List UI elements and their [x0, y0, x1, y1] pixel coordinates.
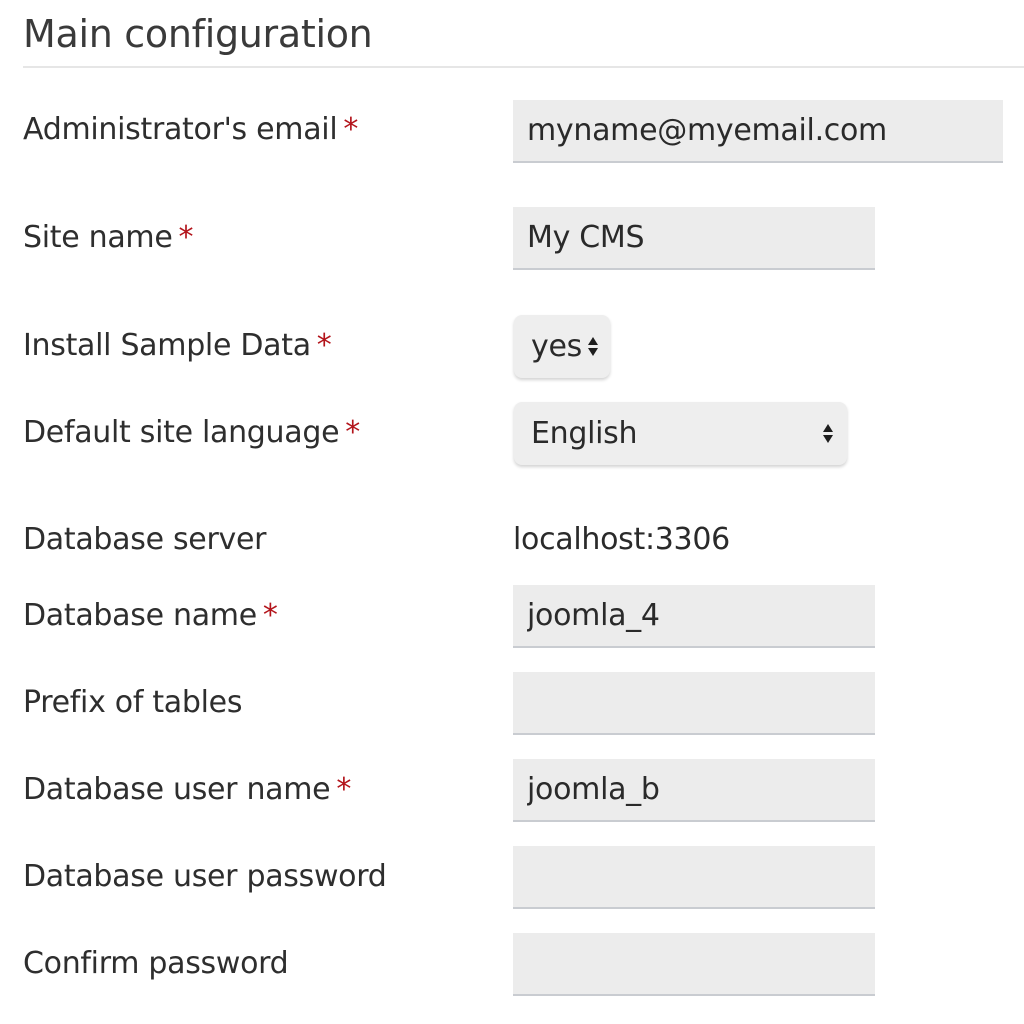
confirm-password-label-text: Confirm password [23, 946, 289, 981]
db-name-label: Database name * [23, 596, 278, 636]
db-password-label: Database user password [23, 857, 387, 897]
db-user-label-text: Database user name [23, 772, 331, 807]
db-password-input[interactable] [513, 846, 875, 909]
db-server-value: localhost:3306 [513, 522, 730, 557]
sample-data-selected: yes [531, 329, 582, 364]
site-name-label: Site name * [23, 218, 194, 258]
site-name-input[interactable] [513, 207, 875, 270]
db-user-label: Database user name * [23, 770, 351, 810]
table-prefix-label-text: Prefix of tables [23, 685, 243, 720]
db-name-input[interactable] [513, 585, 875, 648]
section-divider [23, 66, 1024, 68]
db-user-input[interactable] [513, 759, 875, 822]
up-down-chevron-icon [587, 337, 598, 356]
table-prefix-label: Prefix of tables [23, 683, 242, 723]
up-down-chevron-icon [823, 424, 833, 443]
site-language-label-text: Default site language [23, 415, 340, 450]
admin-email-label: Administrator's email * [23, 110, 358, 150]
sample-data-select[interactable]: yes [514, 315, 610, 378]
admin-email-label-text: Administrator's email [23, 112, 338, 147]
required-marker: * [336, 772, 352, 807]
db-name-label-text: Database name [23, 598, 257, 633]
site-language-selected: English [531, 416, 638, 451]
site-language-label: Default site language * [23, 413, 360, 453]
admin-email-input[interactable] [513, 100, 1003, 163]
section-title: Main configuration [23, 12, 373, 56]
db-server-label: Database server [23, 520, 266, 560]
confirm-password-input[interactable] [513, 933, 875, 996]
table-prefix-input[interactable] [513, 672, 875, 735]
site-name-label-text: Site name [23, 220, 173, 255]
required-marker: * [316, 328, 332, 363]
site-language-select[interactable]: English [514, 402, 847, 465]
sample-data-label-text: Install Sample Data [23, 328, 311, 363]
required-marker: * [262, 598, 278, 633]
required-marker: * [345, 415, 360, 450]
required-marker: * [343, 112, 359, 147]
required-marker: * [178, 220, 194, 255]
db-password-label-text: Database user password [23, 859, 387, 894]
confirm-password-label: Confirm password [23, 944, 289, 984]
db-server-label-text: Database server [23, 522, 267, 557]
sample-data-label: Install Sample Data * [23, 326, 332, 366]
